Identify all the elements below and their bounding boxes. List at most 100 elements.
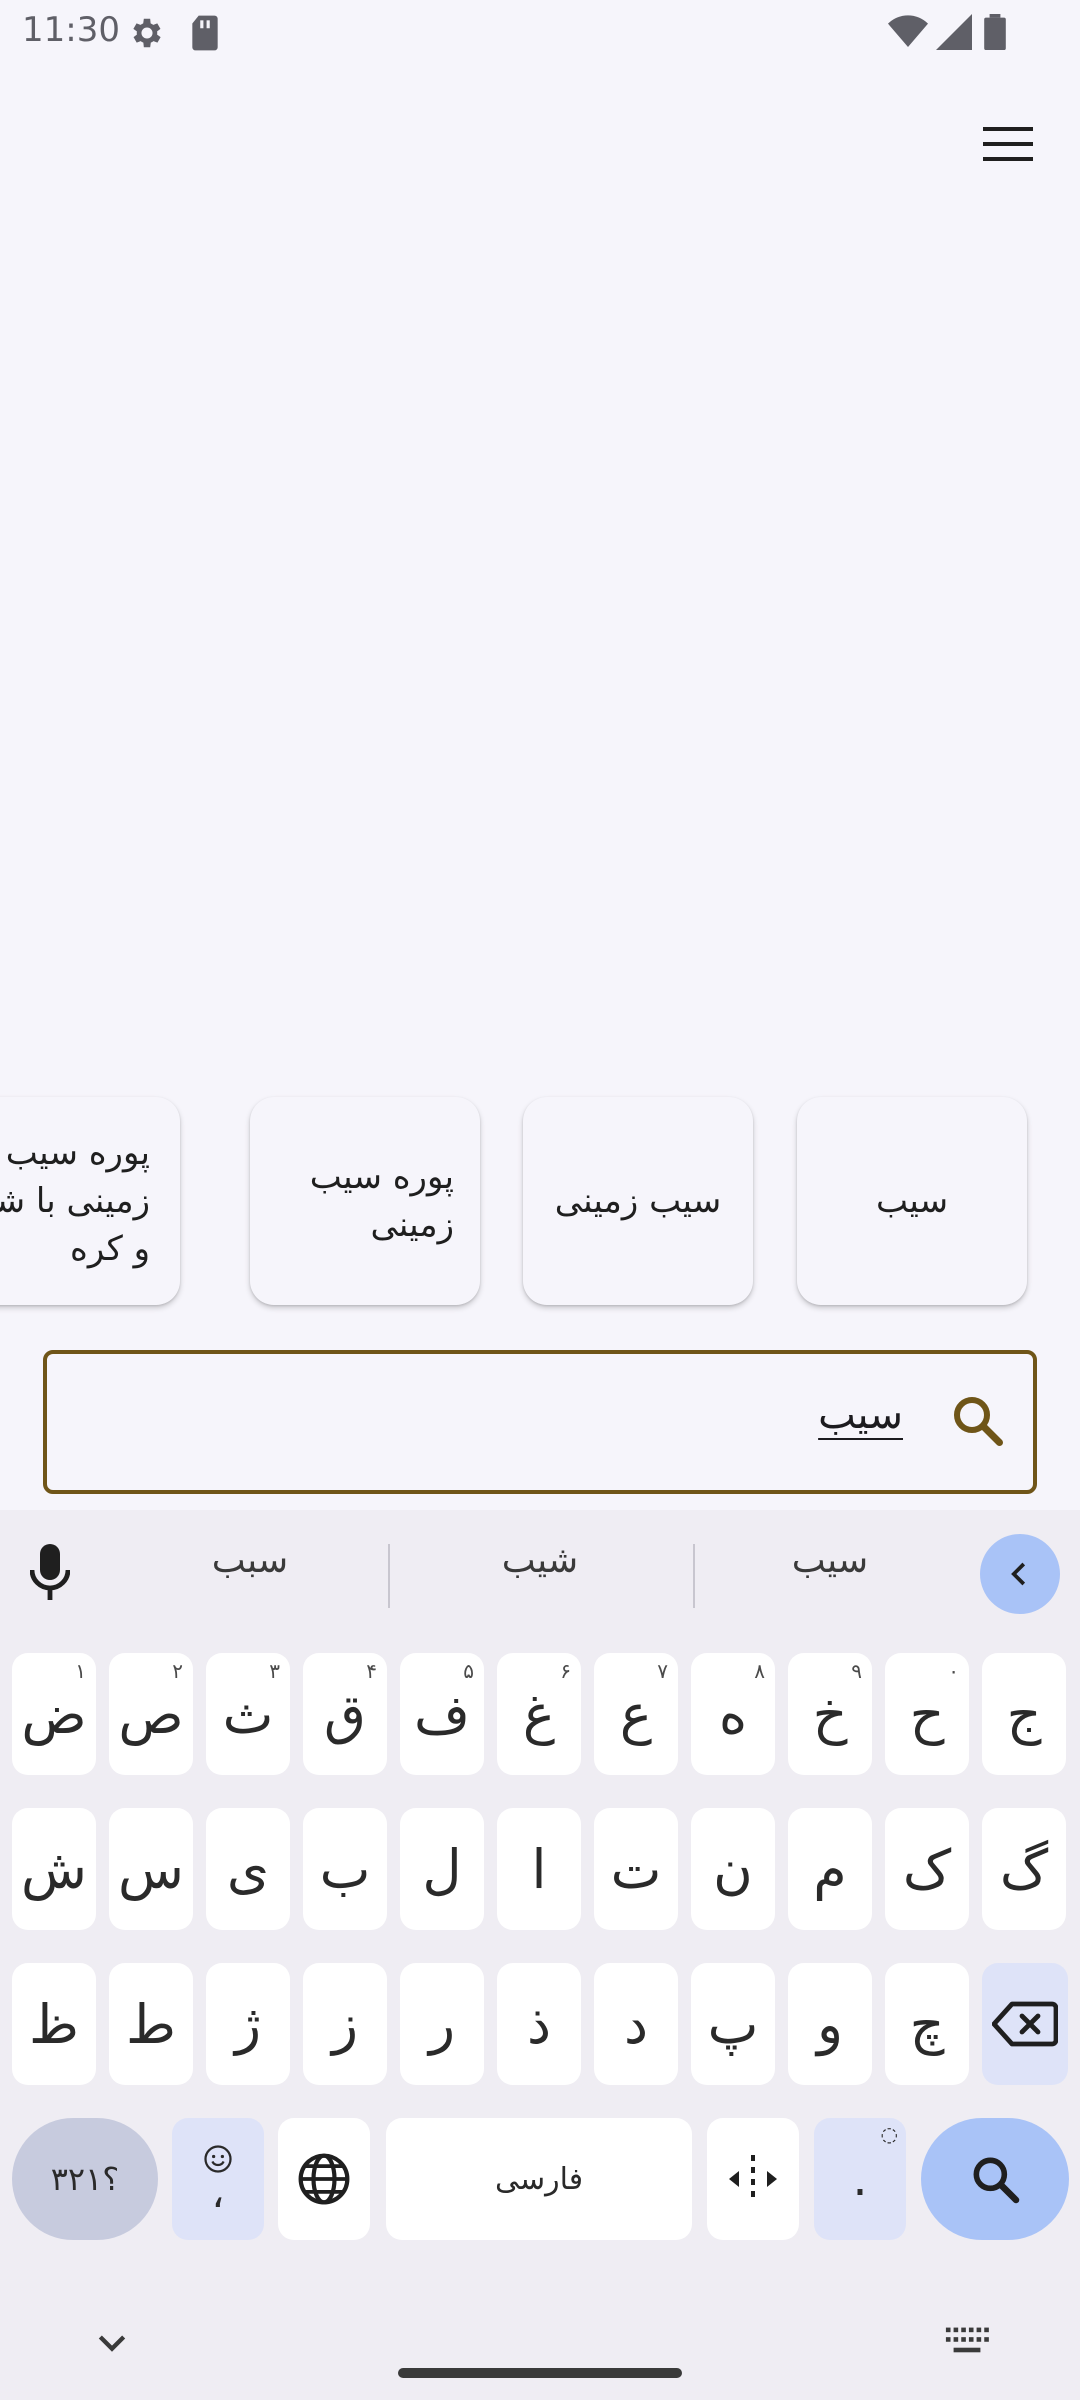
cursor-move-key[interactable] [707,2118,799,2240]
key[interactable]: ط [109,1963,193,2085]
keyboard-suggestion[interactable]: شیب [420,1540,660,1600]
backspace-icon [992,2001,1058,2047]
keyboard-suggestion-strip: سبب شیب سیب [0,1510,1080,1630]
emoji-icon [204,2145,232,2173]
divider [388,1544,390,1608]
suggestion-card[interactable]: سیب زمینی [523,1097,753,1305]
hide-keyboard-button[interactable] [92,2322,132,2366]
key-label: ش [21,1837,87,1901]
key[interactable]: م [788,1808,872,1930]
key[interactable]: ف۵ [400,1653,484,1775]
key[interactable]: ق۴ [303,1653,387,1775]
key[interactable]: ل [400,1808,484,1930]
key[interactable]: ع۷ [594,1653,678,1775]
chevron-left-icon [1011,1562,1026,1586]
numbers-key[interactable]: ؟۳۲۱ [12,2118,158,2240]
key[interactable]: ی [206,1808,290,1930]
key-label: ق [324,1682,366,1746]
key[interactable]: س [109,1808,193,1930]
search-action-key[interactable] [921,2118,1069,2240]
key[interactable]: ح۰ [885,1653,969,1775]
key-label: ط [126,1992,176,2056]
key-label: پ [707,1992,759,2056]
key[interactable]: ش [12,1808,96,1930]
suggestion-card-label: سیب زمینی [554,1181,722,1221]
key[interactable]: گ [982,1808,1066,1930]
signal-icon [936,14,972,54]
key-label: ژ [234,1992,262,2056]
key-label: م [813,1837,847,1901]
key[interactable]: ب [303,1808,387,1930]
globe-icon [298,2153,350,2205]
key-label: چ [909,1992,945,2056]
settings-hint-icon: ◌ [880,2122,898,2146]
suggestion-card[interactable]: سیب [797,1097,1027,1305]
comma-label: ، [211,2171,225,2217]
key-hint: ۳ [269,1659,280,1683]
key[interactable]: پ [691,1963,775,2085]
suggestion-card-label: پوره سیب زمینی با شیر و کره [0,1133,150,1269]
collapse-suggestions-button[interactable] [980,1534,1060,1614]
emoji-comma-key[interactable]: ، [172,2118,264,2240]
period-key-label: . [852,2151,868,2207]
suggestion-card-label: سیب [875,1181,949,1221]
key[interactable]: ک [885,1808,969,1930]
key[interactable]: خ۹ [788,1653,872,1775]
suggestion-card[interactable]: پوره سیب زمینی [250,1097,480,1305]
space-key[interactable]: فارسی [386,2118,692,2240]
key-label: ل [422,1837,462,1901]
key[interactable]: ذ [497,1963,581,2085]
key[interactable]: ض۱ [12,1653,96,1775]
space-key-label: فارسی [494,2161,584,2197]
key[interactable]: ظ [12,1963,96,2085]
suggestion-cards: سیب سیب زمینی پوره سیب زمینی پوره سیب زم… [0,1097,1080,1307]
key[interactable]: و [788,1963,872,2085]
key-label: ف [414,1682,470,1746]
key-label: و [816,1992,844,2056]
battery-icon [984,14,1006,54]
search-input-value[interactable]: سیب [818,1392,903,1438]
key-hint: ۷ [657,1659,668,1683]
backspace-key[interactable] [982,1963,1068,2085]
home-indicator[interactable] [398,2368,682,2378]
divider [693,1544,695,1608]
key[interactable]: ن [691,1808,775,1930]
wifi-icon [888,14,928,54]
key-label: ج [1006,1682,1042,1746]
search-icon [973,2157,1020,2204]
search-icon[interactable] [947,1390,1007,1454]
key[interactable]: غ۶ [497,1653,581,1775]
period-key[interactable]: . ◌ [814,2118,906,2240]
keyboard-suggestion[interactable]: سبب [130,1540,370,1600]
key[interactable]: ز [303,1963,387,2085]
keyboard-suggestion[interactable]: سیب [710,1540,950,1600]
chevron-down-icon [98,2335,126,2352]
key-label: ت [610,1837,662,1901]
key[interactable]: ص۲ [109,1653,193,1775]
key-hint: ۸ [754,1659,765,1683]
key[interactable]: ث۳ [206,1653,290,1775]
keyboard-switcher-button[interactable] [944,2324,990,2362]
menu-button[interactable] [972,108,1044,180]
key[interactable]: ج [982,1653,1066,1775]
key-hint: ۲ [172,1659,183,1683]
microphone-icon[interactable] [29,1544,71,1604]
language-key[interactable] [278,2118,370,2240]
key[interactable]: ژ [206,1963,290,2085]
key[interactable]: ا [497,1808,581,1930]
key-label: ر [428,1992,456,2056]
key[interactable]: چ [885,1963,969,2085]
key-label: س [118,1837,184,1901]
key[interactable]: د [594,1963,678,2085]
status-time: 11:30 [22,10,120,50]
key[interactable]: ر [400,1963,484,2085]
search-field[interactable]: سیب [43,1350,1037,1494]
key[interactable]: ت [594,1808,678,1930]
key[interactable]: ه۸ [691,1653,775,1775]
key-label: ث [222,1682,274,1746]
key-hint: ۰ [948,1659,959,1683]
key-hint: ۶ [560,1659,571,1683]
keyboard-icon [945,2327,989,2353]
key-hint: ۴ [366,1659,377,1683]
suggestion-card[interactable]: پوره سیب زمینی با شیر و کره [0,1097,180,1305]
